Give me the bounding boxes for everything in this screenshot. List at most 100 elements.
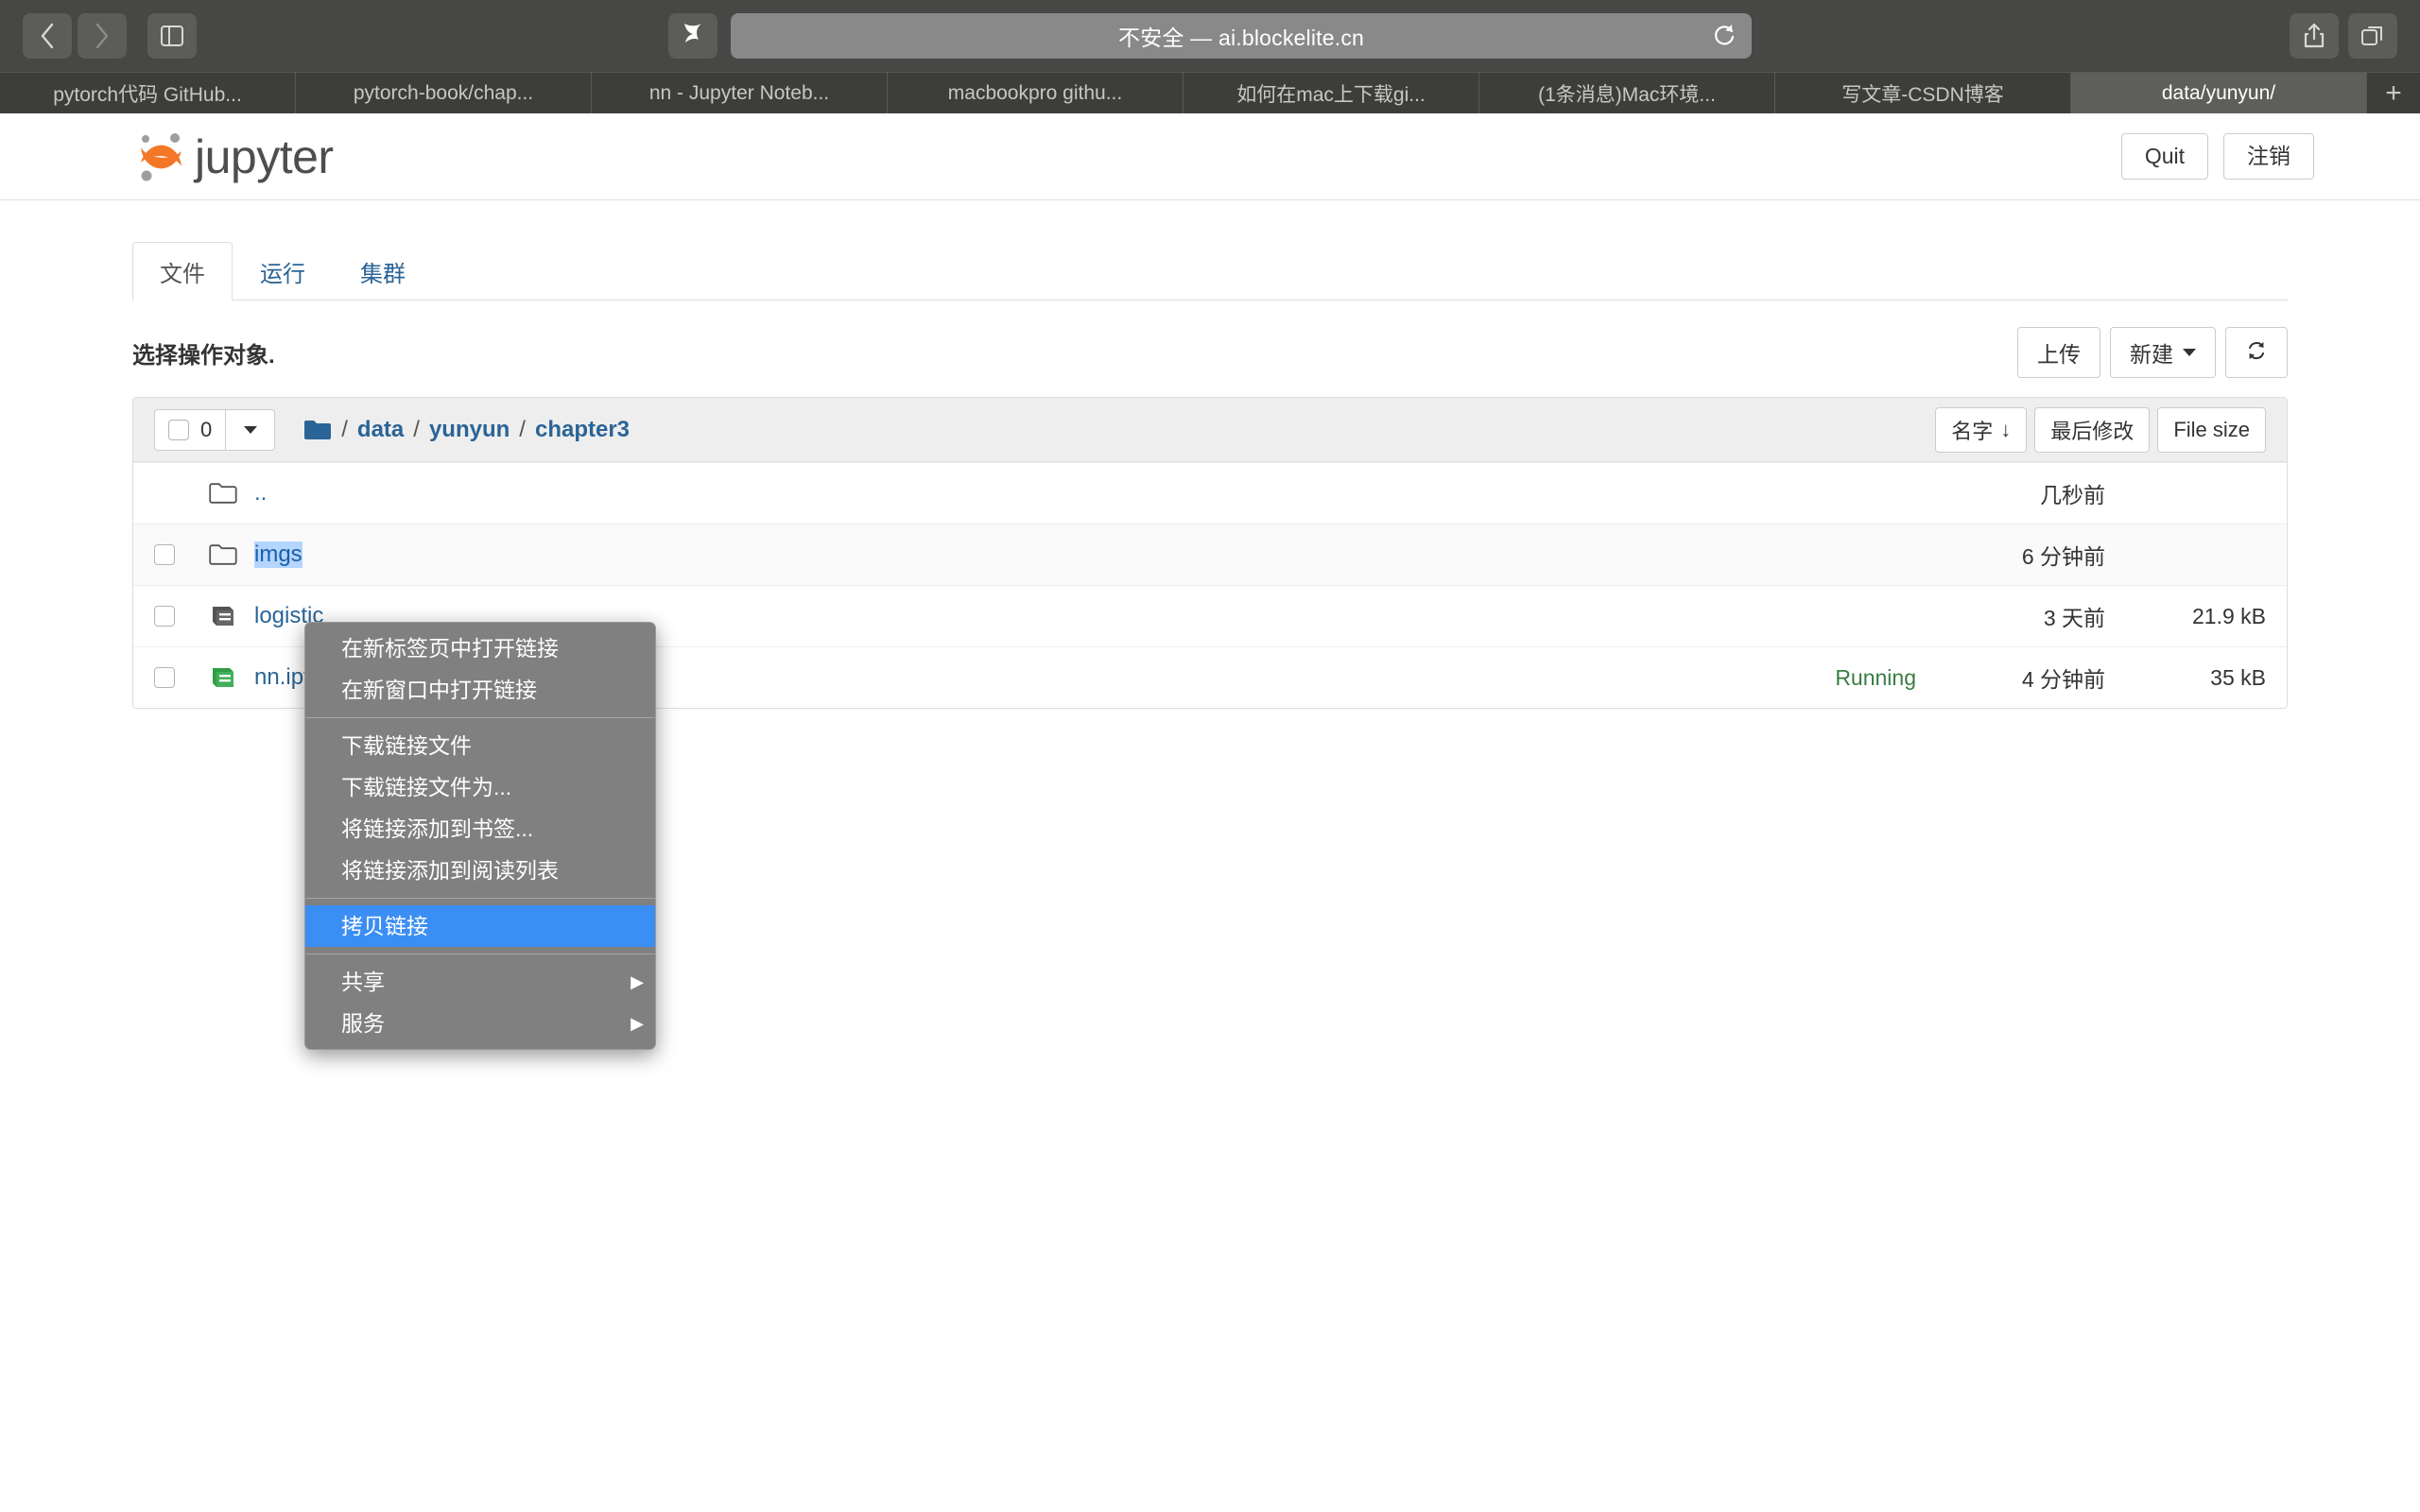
row-size: 21.9 kB <box>2105 604 2266 629</box>
menu-item-copy-link[interactable]: 拷贝链接 <box>305 905 655 947</box>
browser-tab-label: pytorch-book/chap... <box>354 82 533 105</box>
tab-strip: pytorch代码 GitHub... pytorch-book/chap...… <box>0 72 2420 113</box>
upload-button-label: 上传 <box>2037 336 2081 369</box>
sort-buttons: 名字 ↓ 最后修改 File size <box>1935 407 2266 453</box>
folder-icon <box>209 543 254 566</box>
share-icon <box>2303 23 2325 49</box>
forward-button[interactable] <box>78 13 127 59</box>
chevron-down-icon <box>2183 349 2196 356</box>
menu-item-add-link-to-bookmarks[interactable]: 将链接添加到书签... <box>305 808 655 850</box>
refresh-button[interactable] <box>2225 327 2288 378</box>
header-buttons: Quit 注销 <box>2121 133 2314 180</box>
browser-tab[interactable]: pytorch代码 GitHub... <box>0 73 296 113</box>
navigation-buttons <box>23 13 127 59</box>
chevron-down-icon <box>244 426 257 434</box>
chevron-right-icon: ▶ <box>631 1007 644 1040</box>
table-row[interactable]: imgs 6 分钟前 <box>133 524 2287 585</box>
file-name-link[interactable]: .. <box>254 480 267 507</box>
tab-files[interactable]: 文件 <box>132 242 233 301</box>
breadcrumb-item-data[interactable]: data <box>357 417 404 443</box>
menu-item-open-in-new-window[interactable]: 在新窗口中打开链接 <box>305 669 655 711</box>
share-button[interactable] <box>2290 13 2339 59</box>
menu-item-download-linked-file[interactable]: 下载链接文件 <box>305 725 655 766</box>
browser-tab-label: nn - Jupyter Noteb... <box>649 82 829 105</box>
row-checkbox[interactable] <box>154 544 175 565</box>
menu-separator <box>305 717 655 718</box>
select-all-box[interactable]: 0 <box>155 410 225 450</box>
jupyter-logo[interactable]: jupyter <box>132 128 334 186</box>
menu-item-open-in-new-tab[interactable]: 在新标签页中打开链接 <box>305 627 655 669</box>
refresh-icon <box>2245 339 2268 367</box>
browser-chrome: 不安全 — ai.blockelite.cn <box>0 0 2420 113</box>
bird-icon <box>681 22 705 50</box>
row-meta: Running 4 分钟前 35 kB <box>1755 662 2266 694</box>
browser-toolbar: 不安全 — ai.blockelite.cn <box>0 0 2420 72</box>
tab-running[interactable]: 运行 <box>233 242 333 301</box>
reload-icon[interactable] <box>1712 23 1737 49</box>
new-button[interactable]: 新建 <box>2110 327 2216 378</box>
new-button-label: 新建 <box>2130 336 2173 369</box>
menu-item-download-linked-file-as[interactable]: 下载链接文件为... <box>305 766 655 808</box>
menu-item-share[interactable]: 共享 ▶ <box>305 961 655 1003</box>
menu-item-services[interactable]: 服务 ▶ <box>305 1003 655 1044</box>
menu-item-add-link-to-reading-list[interactable]: 将链接添加到阅读列表 <box>305 850 655 891</box>
url-text: 不安全 — ai.blockelite.cn <box>1118 20 1364 52</box>
folder-icon <box>209 482 254 505</box>
browser-tab-active[interactable]: data/yunyun/ <box>2071 73 2367 113</box>
breadcrumb-home-icon[interactable] <box>303 419 332 441</box>
jupyter-logo-icon <box>132 128 191 186</box>
breadcrumb-item-chapter3[interactable]: chapter3 <box>535 417 630 443</box>
sidebar-toggle-button[interactable] <box>147 13 197 59</box>
back-button[interactable] <box>23 13 72 59</box>
row-modified: 几秒前 <box>1916 477 2105 509</box>
row-checkbox-slot <box>154 544 209 565</box>
row-checkbox[interactable] <box>154 606 175 627</box>
sort-by-filesize-button[interactable]: File size <box>2157 407 2266 453</box>
logout-button[interactable]: 注销 <box>2223 133 2314 180</box>
notebook-icon <box>209 604 254 628</box>
breadcrumb-separator: / <box>413 417 420 443</box>
forward-arrow-icon <box>93 22 112 50</box>
tab-clusters[interactable]: 集群 <box>333 242 433 301</box>
browser-tab[interactable]: (1条消息)Mac环境... <box>1479 73 1775 113</box>
row-modified: 3 天前 <box>1916 600 2105 632</box>
browser-tab[interactable]: 写文章-CSDN博客 <box>1775 73 2071 113</box>
menu-item-share-label: 共享 <box>341 966 385 998</box>
jupyter-page: jupyter Quit 注销 文件 运行 集群 选择操作对象. 上传 新建 <box>0 113 2420 1512</box>
browser-tab[interactable]: pytorch-book/chap... <box>296 73 592 113</box>
new-tab-button[interactable]: + <box>2367 73 2420 113</box>
row-size: 35 kB <box>2105 665 2266 691</box>
sidebar-icon <box>160 25 184 47</box>
sort-by-modified-button[interactable]: 最后修改 <box>2034 407 2150 453</box>
row-checkbox-slot <box>154 606 209 627</box>
jupyter-tab-nav: 文件 运行 集群 <box>132 246 2288 301</box>
table-row[interactable]: .. 几秒前 <box>133 462 2287 524</box>
breadcrumb: / data / yunyun / chapter3 <box>303 417 630 443</box>
browser-tab-label: pytorch代码 GitHub... <box>53 79 242 108</box>
notebook-icon-running <box>209 665 254 690</box>
jupyter-header: jupyter Quit 注销 <box>0 113 2420 200</box>
tab-overview-button[interactable] <box>2348 13 2397 59</box>
browser-tab[interactable]: macbookpro githu... <box>888 73 1184 113</box>
browser-tab-label: 如何在mac上下载gi... <box>1236 79 1426 108</box>
select-all-group[interactable]: 0 <box>154 409 275 451</box>
row-modified: 4 分钟前 <box>1916 662 2105 694</box>
sort-by-name-button[interactable]: 名字 ↓ <box>1935 407 2027 453</box>
context-menu[interactable]: 在新标签页中打开链接 在新窗口中打开链接 下载链接文件 下载链接文件为... 将… <box>304 622 656 1050</box>
file-name-link[interactable]: imgs <box>254 541 302 568</box>
select-all-checkbox[interactable] <box>168 420 189 440</box>
upload-button[interactable]: 上传 <box>2017 327 2100 378</box>
menu-item-services-label: 服务 <box>341 1007 385 1040</box>
reader-bird-button[interactable] <box>668 13 717 59</box>
row-meta: 3 天前 21.9 kB <box>1755 600 2266 632</box>
browser-tab[interactable]: nn - Jupyter Noteb... <box>592 73 888 113</box>
select-dropdown-button[interactable] <box>225 410 274 450</box>
breadcrumb-item-yunyun[interactable]: yunyun <box>429 417 510 443</box>
url-bar[interactable]: 不安全 — ai.blockelite.cn <box>731 13 1752 59</box>
quit-button[interactable]: Quit <box>2121 133 2208 180</box>
menu-separator <box>305 898 655 899</box>
jupyter-logo-text: jupyter <box>195 129 334 184</box>
file-list-toolbar: 0 / data / yunyun / chapter3 <box>133 398 2287 462</box>
browser-tab[interactable]: 如何在mac上下载gi... <box>1184 73 1479 113</box>
row-checkbox[interactable] <box>154 667 175 688</box>
